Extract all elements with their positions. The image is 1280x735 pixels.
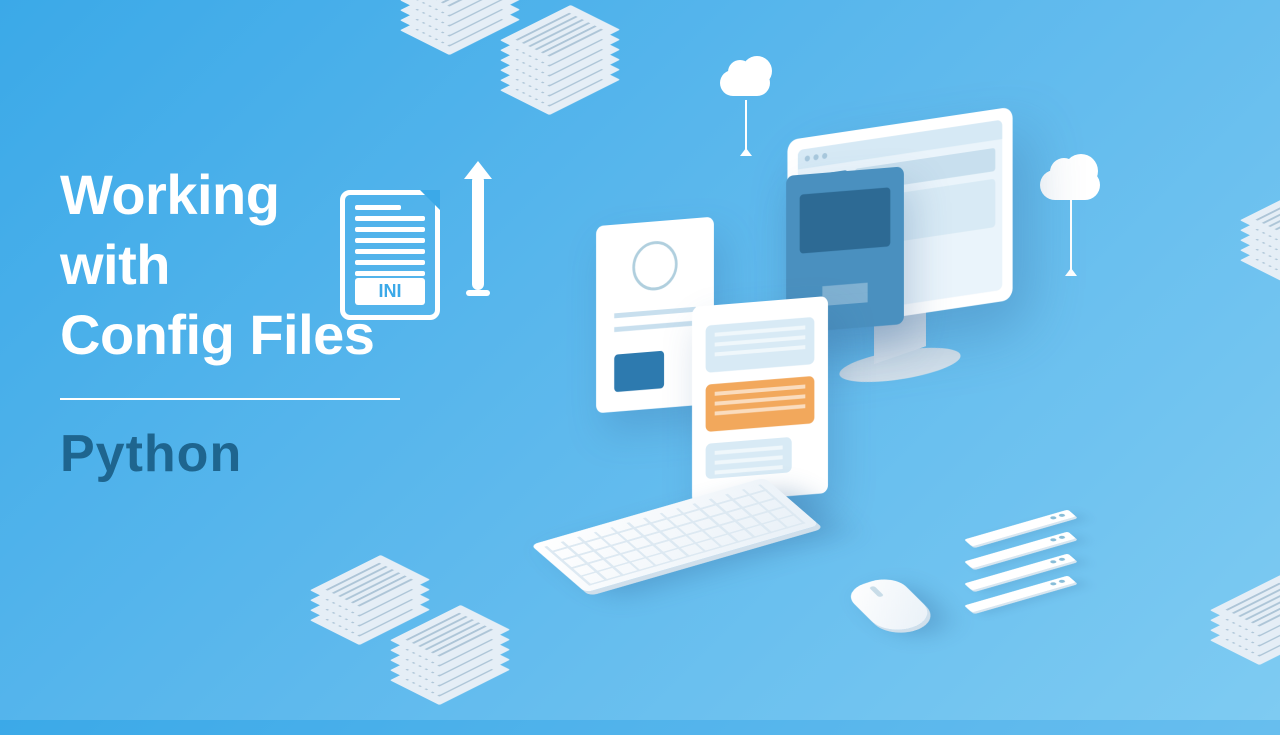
- cloud-upload-icon: [720, 70, 770, 96]
- isometric-illustration: [440, 0, 1280, 720]
- keyboard-icon: [531, 477, 820, 592]
- mouse-icon: [842, 574, 939, 636]
- subtitle-text: Python: [60, 424, 400, 484]
- file-extension-label: INI: [355, 278, 425, 305]
- chat-window-icon: [692, 296, 828, 504]
- divider-line: [60, 398, 400, 400]
- server-stack-icon: [960, 520, 1080, 608]
- cloud-upload-icon: [1040, 170, 1100, 200]
- document-outline-icon: INI: [340, 190, 440, 320]
